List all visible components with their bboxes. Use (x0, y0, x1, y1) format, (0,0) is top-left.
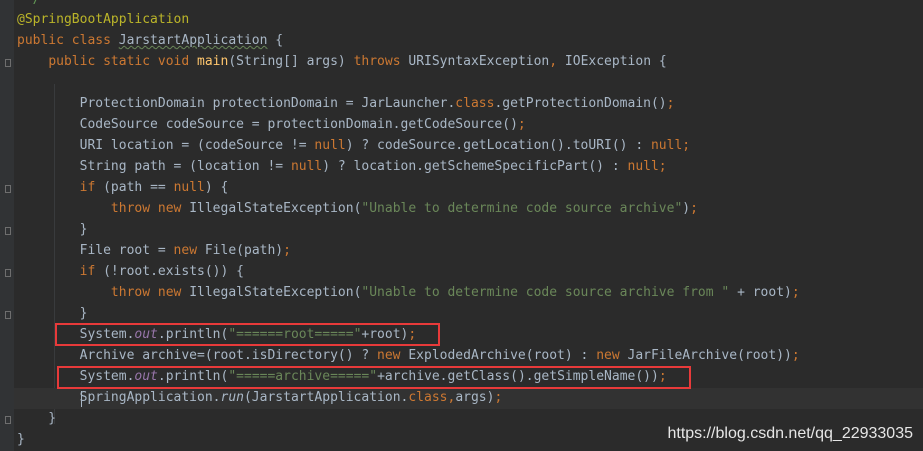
code-token: ; (283, 243, 291, 258)
code-token: ) ? codeSource.getLocation().toURI() : (345, 138, 651, 153)
code-token: ; (791, 348, 800, 363)
code-line[interactable]: throw new IllegalStateException("Unable … (17, 198, 698, 219)
code-token: (!root.exists()) { (103, 264, 244, 279)
code-line[interactable]: Archive archive=(root.isDirectory() ? ne… (17, 345, 800, 366)
code-line[interactable]: URI location = (codeSource != null) ? co… (17, 135, 691, 156)
fold-marker-icon[interactable] (5, 311, 11, 319)
code-token: } (17, 432, 25, 447)
code-token: SpringApplication. (17, 390, 221, 405)
code-token: (path == (103, 180, 174, 195)
code-token: null (314, 138, 346, 153)
code-token: File root = (17, 243, 174, 258)
code-token: CodeSource codeSource = protectionDomain… (17, 117, 518, 132)
code-token: if (79, 180, 104, 195)
code-line[interactable]: } (17, 408, 56, 429)
code-token: throw new (110, 201, 190, 216)
code-token: class (408, 390, 448, 405)
code-token: File(path) (204, 243, 284, 258)
code-line[interactable]: if (!root.exists()) { (17, 261, 244, 282)
code-token: ) ? location.getSchemeSpecificPart() : (322, 159, 628, 174)
code-token: } (17, 222, 88, 237)
text-cursor (81, 391, 82, 407)
editor-gutter (0, 0, 14, 451)
fold-marker-icon[interactable] (5, 416, 11, 424)
code-token: public static void (48, 54, 198, 69)
fold-marker-icon[interactable] (5, 227, 11, 235)
code-line[interactable]: } (17, 429, 25, 450)
code-token: URI location = (codeSource != (17, 138, 315, 153)
code-token: ; (690, 201, 698, 216)
code-token: JarFileArchive(root)) (627, 348, 792, 363)
code-line[interactable]: CodeSource codeSource = protectionDomain… (17, 114, 526, 135)
code-token: } (17, 411, 57, 426)
code-token: ProtectionDomain protectionDomain = JarL… (17, 96, 456, 111)
code-token: ) (682, 201, 691, 216)
code-token: args) (455, 390, 495, 405)
code-token: IllegalStateException( (189, 285, 362, 300)
code-token: Archive archive=(root.isDirectory() ? (17, 348, 378, 363)
code-line[interactable]: throw new IllegalStateException("Unable … (17, 282, 800, 303)
code-line[interactable]: public static void main(String[] args) t… (17, 51, 667, 72)
code-token: "Unable to determine code source archive… (361, 201, 683, 216)
code-line[interactable]: String path = (location != null) ? locat… (17, 156, 667, 177)
code-line[interactable]: @SpringBootApplication (17, 9, 189, 30)
code-token: run (220, 390, 244, 405)
code-token: (String[] args) (228, 54, 354, 69)
code-line[interactable]: public class JarstartApplication { (17, 30, 283, 51)
code-token: if (79, 264, 104, 279)
code-token: IllegalStateException( (189, 201, 362, 216)
code-token: .getProtectionDomain() (494, 96, 667, 111)
code-token: ; (666, 96, 675, 111)
code-token: new (377, 348, 409, 363)
code-token: { (267, 33, 284, 48)
code-token: ExplodedArchive(root) : (408, 348, 597, 363)
watermark-text: https://blog.csdn.net/qq_22933035 (667, 425, 913, 442)
code-token: + root) (729, 285, 792, 300)
code-line[interactable]: } (17, 303, 88, 324)
code-token: } (17, 306, 88, 321)
code-token: new (173, 243, 205, 258)
fold-marker-icon[interactable] (5, 269, 11, 277)
code-token: public class (17, 33, 119, 48)
code-line[interactable]: File root = new File(path); (17, 240, 291, 261)
code-token: class (455, 96, 495, 111)
code-token: new (596, 348, 628, 363)
code-token: null; (627, 159, 667, 174)
highlight-box-root (55, 323, 440, 346)
code-token: null (173, 180, 205, 195)
highlight-box-archive (57, 366, 691, 389)
code-token: null (290, 159, 323, 174)
code-line[interactable]: SpringApplication.run(JarstartApplicatio… (17, 387, 503, 408)
code-token: ) { (204, 180, 229, 195)
code-line[interactable]: } (17, 219, 88, 240)
code-token: throws (353, 54, 409, 69)
code-line[interactable]: if (path == null) { (17, 177, 229, 198)
code-token: URISyntaxException (408, 54, 550, 69)
code-token: ; (791, 285, 800, 300)
fold-marker-icon[interactable] (5, 185, 11, 193)
code-token: main (197, 54, 229, 69)
code-token: @SpringBootApplication (17, 12, 190, 27)
code-token: (JarstartApplication. (243, 390, 409, 405)
code-token: ; (517, 117, 526, 132)
code-token: IOException { (564, 54, 667, 69)
code-token: "Unable to determine code source archive… (361, 285, 730, 300)
code-token: throw new (110, 285, 190, 300)
code-token: ; (494, 390, 503, 405)
fold-marker-icon[interactable] (5, 59, 11, 67)
code-token: null; (650, 138, 691, 153)
code-line[interactable]: ProtectionDomain protectionDomain = JarL… (17, 93, 675, 114)
code-token: JarstartApplication (118, 33, 268, 48)
code-token: String path = (location != (17, 159, 291, 174)
code-token: , (549, 54, 565, 69)
